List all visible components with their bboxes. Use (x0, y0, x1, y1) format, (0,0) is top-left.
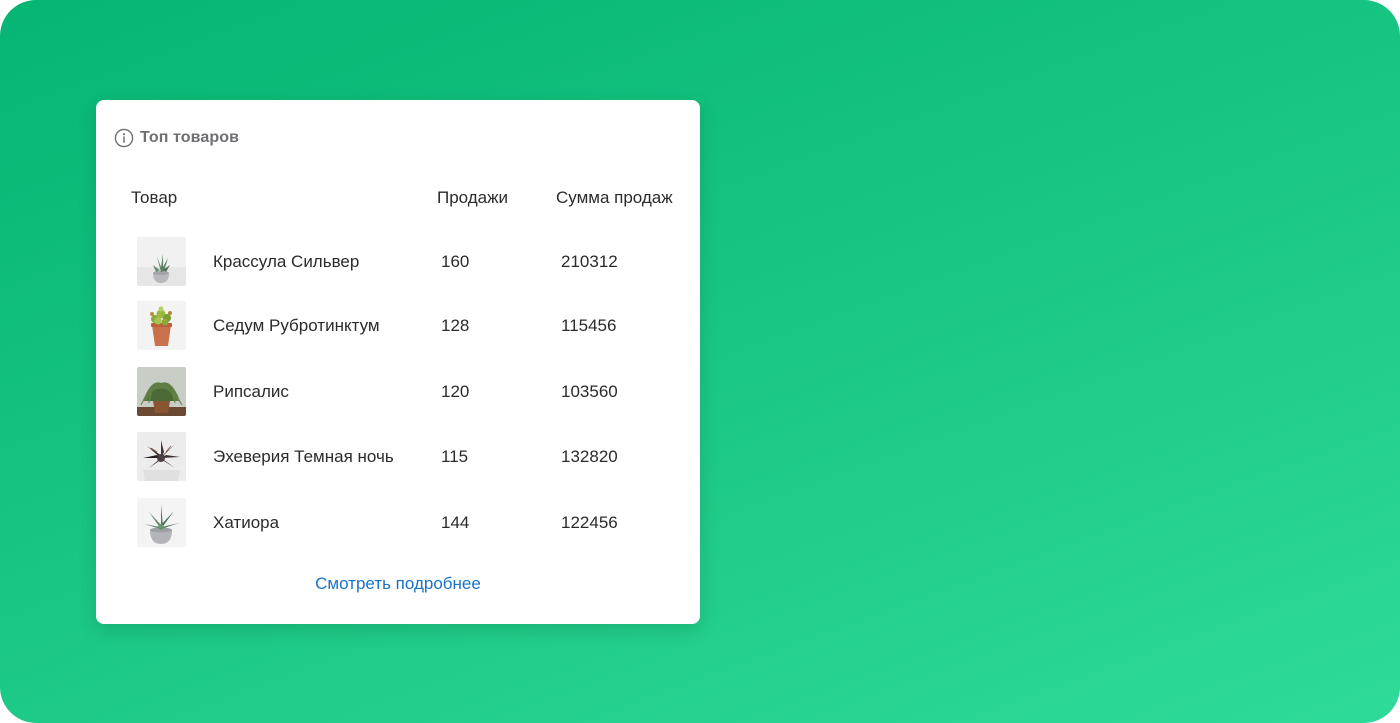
table-row[interactable]: Рипсалис 120 103560 (96, 367, 700, 417)
product-name: Седум Рубротинктум (213, 316, 380, 335)
product-sum: 210312 (561, 252, 618, 271)
product-sum: 132820 (561, 447, 618, 466)
column-header-product: Товар (131, 188, 178, 207)
product-sales: 128 (441, 316, 470, 335)
product-sales: 160 (441, 252, 470, 271)
column-header-sum: Сумма продаж (556, 188, 673, 207)
view-more-link[interactable]: Смотреть подробнее (96, 574, 700, 594)
table-row[interactable]: Эхеверия Темная ночь 115 132820 (96, 432, 700, 482)
table-row[interactable]: Седум Рубротинктум 128 115456 (96, 301, 700, 351)
product-sales: 120 (441, 382, 470, 401)
product-name: Эхеверия Темная ночь (213, 447, 394, 466)
product-thumbnail (137, 301, 186, 350)
product-thumbnail (137, 237, 186, 286)
product-sum: 115456 (561, 316, 617, 335)
card-title: Топ товаров (140, 129, 240, 146)
column-header-sales: Продажи (437, 188, 508, 207)
product-sales: 144 (441, 513, 470, 532)
card-header: Топ товаров (114, 127, 239, 149)
page-background: Топ товаров Товар Продажи Сумма продаж К… (0, 0, 1400, 723)
product-name: Рипсалис (213, 382, 289, 401)
product-thumbnail (137, 432, 186, 481)
top-products-card: Топ товаров Товар Продажи Сумма продаж К… (96, 100, 700, 624)
product-thumbnail (137, 367, 186, 416)
table-row[interactable]: Крассула Сильвер 160 210312 (96, 237, 700, 287)
product-name: Хатиора (213, 513, 280, 532)
info-circle-icon[interactable] (114, 128, 134, 148)
product-thumbnail (137, 498, 186, 547)
product-sum: 103560 (561, 382, 618, 401)
product-sales: 115 (441, 447, 469, 466)
product-name: Крассула Сильвер (213, 252, 360, 271)
product-sum: 122456 (561, 513, 618, 532)
table-row[interactable]: Хатиора 144 122456 (96, 498, 700, 548)
